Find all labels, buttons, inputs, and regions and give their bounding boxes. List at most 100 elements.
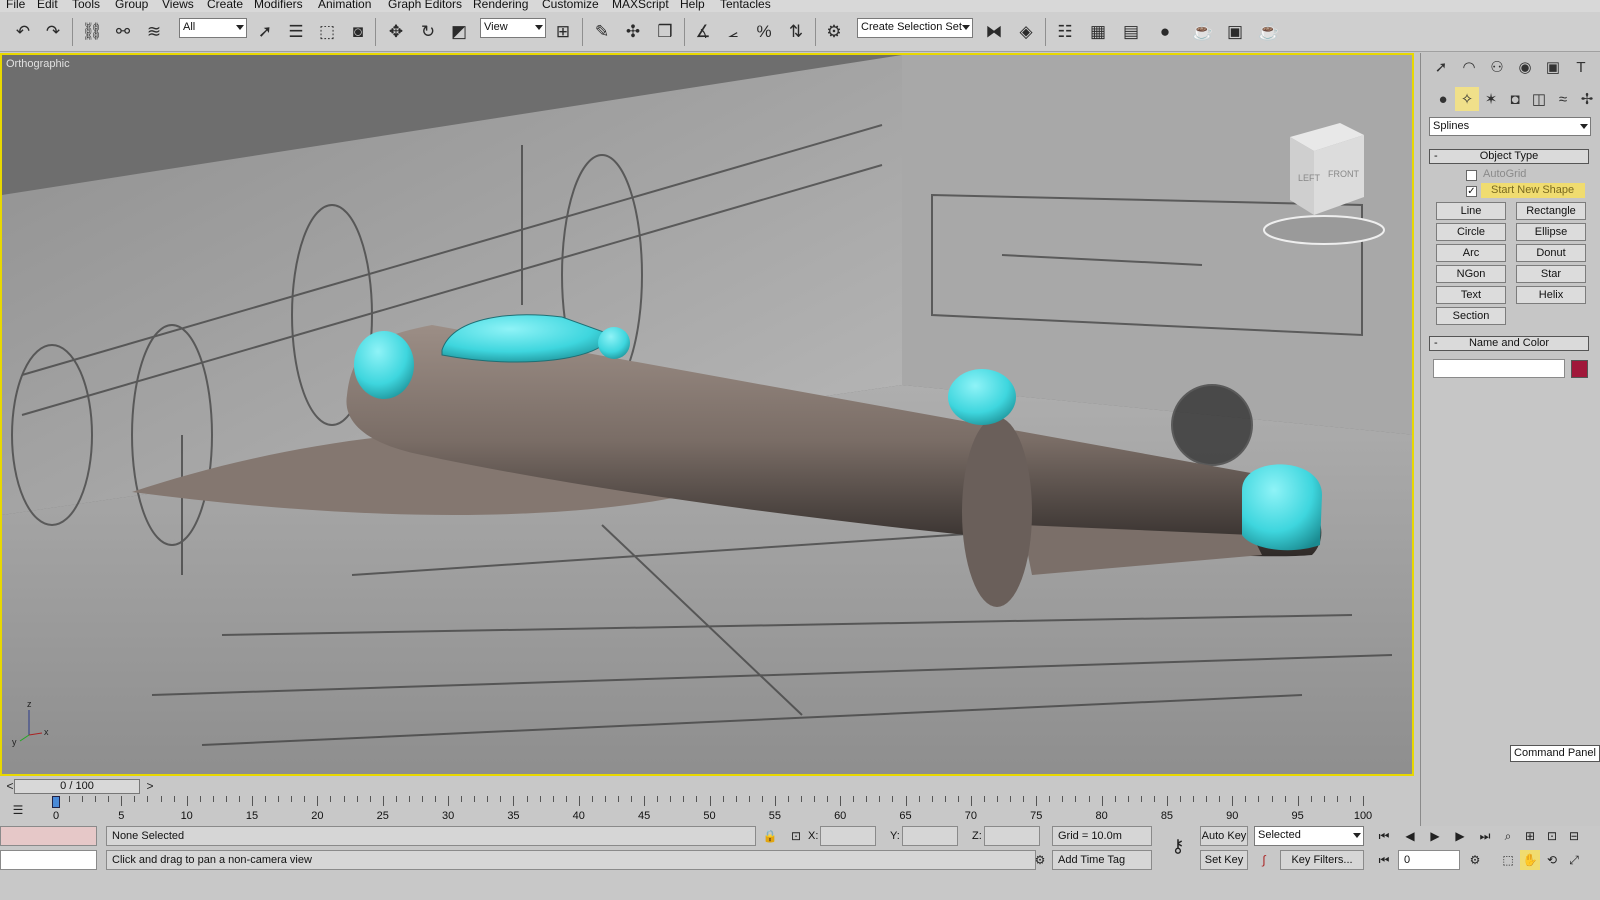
arc-button[interactable]: Arc xyxy=(1436,244,1506,262)
curve-editor-icon[interactable]: ▦ xyxy=(1085,19,1111,45)
play-icon[interactable]: ▶ xyxy=(1425,826,1445,846)
orthographic-viewport[interactable]: LEFT FRONT z x y Orthographic xyxy=(0,53,1414,776)
menu-modifiers[interactable]: Modifiers xyxy=(254,0,303,11)
menu-tools[interactable]: Tools xyxy=(72,0,100,11)
zoom-all-icon[interactable]: ⊞ xyxy=(1520,826,1540,846)
schematic-view-icon[interactable]: ▤ xyxy=(1118,19,1144,45)
redo-icon[interactable]: ↷ xyxy=(40,19,66,45)
systems-category-icon[interactable]: ✢ xyxy=(1575,87,1599,111)
menu-animation[interactable]: Animation xyxy=(318,0,371,11)
pivot-center-icon[interactable]: ⊞ xyxy=(550,19,576,45)
zoom-extents-icon[interactable]: ⊡ xyxy=(1542,826,1562,846)
go-to-start-icon[interactable]: ⏮ xyxy=(1374,826,1394,846)
select-object-icon[interactable]: ➚ xyxy=(252,19,278,45)
circle-button[interactable]: Circle xyxy=(1436,223,1506,241)
object-name-input[interactable] xyxy=(1433,359,1565,378)
display-tab-icon[interactable]: ▣ xyxy=(1541,55,1565,79)
set-key-icon[interactable]: ⚷ xyxy=(1168,836,1188,856)
maximize-viewport-icon[interactable]: ⤢ xyxy=(1564,850,1584,870)
edit-named-sets-icon[interactable]: ⇅ xyxy=(783,19,809,45)
set-key-button[interactable]: Set Key xyxy=(1200,850,1248,870)
go-to-end-icon[interactable]: ⏭ xyxy=(1475,826,1495,846)
text-button[interactable]: Text xyxy=(1436,286,1506,304)
z-coordinate-input[interactable] xyxy=(984,826,1040,846)
quick-render-icon[interactable]: ☕ xyxy=(1256,19,1282,45)
menu-maxscript[interactable]: MAXScript xyxy=(612,0,669,11)
lights-category-icon[interactable]: ✶ xyxy=(1479,87,1503,111)
rectangle-button[interactable]: Rectangle xyxy=(1516,202,1586,220)
space-warps-category-icon[interactable]: ≈ xyxy=(1551,87,1575,111)
absolute-mode-icon[interactable]: ⊡ xyxy=(786,826,806,846)
menu-tentacles[interactable]: Tentacles xyxy=(720,0,771,11)
geometry-category-icon[interactable]: ● xyxy=(1431,87,1455,111)
key-filters-button[interactable]: Key Filters... xyxy=(1280,850,1364,870)
tangent-icon[interactable]: ∫ xyxy=(1254,850,1274,870)
mini-curve-editor-icon[interactable]: ☰ xyxy=(8,800,28,820)
select-by-name-icon[interactable]: ☰ xyxy=(283,19,309,45)
select-and-link-icon[interactable]: ⛓ xyxy=(79,19,105,45)
render-setup-icon[interactable]: ☕ xyxy=(1190,19,1216,45)
viewport-label[interactable]: Orthographic xyxy=(6,58,70,70)
start-new-shape-checkbox[interactable]: ✓ xyxy=(1466,186,1477,197)
key-mode-dropdown[interactable]: Selected xyxy=(1254,826,1364,846)
window-crossing-icon[interactable]: ◙ xyxy=(345,19,371,45)
select-manipulate-icon[interactable]: ✎ xyxy=(589,19,615,45)
object-color-swatch[interactable] xyxy=(1571,360,1588,378)
percent-snap-icon[interactable]: ⦟ xyxy=(720,19,746,45)
mirror-icon[interactable]: ⧓ xyxy=(981,19,1007,45)
move-icon[interactable]: ✥ xyxy=(383,19,409,45)
zoom-icon[interactable]: ⌕ xyxy=(1498,826,1518,846)
material-editor-icon[interactable]: ● xyxy=(1152,19,1178,45)
add-time-tag[interactable]: Add Time Tag xyxy=(1052,850,1152,870)
shapes-category-icon[interactable]: ✧ xyxy=(1455,87,1479,111)
star-button[interactable]: Star xyxy=(1516,265,1586,283)
helpers-category-icon[interactable]: ◫ xyxy=(1527,87,1551,111)
menu-edit[interactable]: Edit xyxy=(37,0,58,11)
current-frame-input[interactable]: 0 xyxy=(1398,850,1460,870)
scale-icon[interactable]: ◩ xyxy=(446,19,472,45)
utilities-tab-icon[interactable]: T xyxy=(1569,55,1593,79)
bind-space-warp-icon[interactable]: ≋ xyxy=(141,19,167,45)
time-tag-icon[interactable]: ⚙ xyxy=(1030,850,1050,870)
autogrid-checkbox[interactable] xyxy=(1466,170,1477,181)
modify-tab-icon[interactable]: ◠ xyxy=(1457,55,1481,79)
current-frame-marker[interactable] xyxy=(52,796,60,808)
menu-views[interactable]: Views xyxy=(162,0,194,11)
zoom-region-icon[interactable]: ⬚ xyxy=(1498,850,1518,870)
name-and-color-rollout-header[interactable]: - Name and Color xyxy=(1429,336,1589,351)
time-configuration-icon[interactable]: ⚙ xyxy=(1465,850,1485,870)
undo-icon[interactable]: ↶ xyxy=(10,19,36,45)
unlink-icon[interactable]: ⚯ xyxy=(110,19,136,45)
line-button[interactable]: Line xyxy=(1436,202,1506,220)
auto-key-button[interactable]: Auto Key xyxy=(1200,826,1248,846)
menu-file[interactable]: File xyxy=(6,0,25,11)
rotate-icon[interactable]: ↻ xyxy=(415,19,441,45)
spinner-snap-icon[interactable]: % xyxy=(751,19,777,45)
section-button[interactable]: Section xyxy=(1436,307,1506,325)
helix-button[interactable]: Helix xyxy=(1516,286,1586,304)
key-mode-toggle-icon[interactable]: ⏮ xyxy=(1374,850,1394,870)
ngon-button[interactable]: NGon xyxy=(1436,265,1506,283)
reference-coordinate-dropdown[interactable]: View xyxy=(480,18,546,38)
create-tab-icon[interactable]: ➚ xyxy=(1429,55,1453,79)
object-type-rollout-header[interactable]: - Object Type xyxy=(1429,149,1589,164)
object-category-dropdown[interactable]: Splines xyxy=(1429,117,1591,136)
menu-create[interactable]: Create xyxy=(207,0,243,11)
donut-button[interactable]: Donut xyxy=(1516,244,1586,262)
rendered-frame-icon[interactable]: ▣ xyxy=(1222,19,1248,45)
ellipse-button[interactable]: Ellipse xyxy=(1516,223,1586,241)
next-frame-arrow-icon[interactable]: > xyxy=(140,776,160,796)
align-icon[interactable]: ◈ xyxy=(1013,19,1039,45)
menu-help[interactable]: Help xyxy=(680,0,705,11)
previous-frame-icon[interactable]: ◀ xyxy=(1400,826,1420,846)
hierarchy-tab-icon[interactable]: ⚇ xyxy=(1485,55,1509,79)
menu-group[interactable]: Group xyxy=(115,0,148,11)
zoom-extents-all-icon[interactable]: ⊟ xyxy=(1564,826,1584,846)
menu-rendering[interactable]: Rendering xyxy=(473,0,528,11)
maxscript-listener-white[interactable] xyxy=(0,850,97,870)
rectangular-region-icon[interactable]: ⬚ xyxy=(314,19,340,45)
time-slider[interactable]: 0 / 100 xyxy=(14,779,140,794)
named-selection-dropdown[interactable]: Create Selection Set xyxy=(857,18,973,38)
maxscript-listener-pink[interactable] xyxy=(0,826,97,846)
x-coordinate-input[interactable] xyxy=(820,826,876,846)
